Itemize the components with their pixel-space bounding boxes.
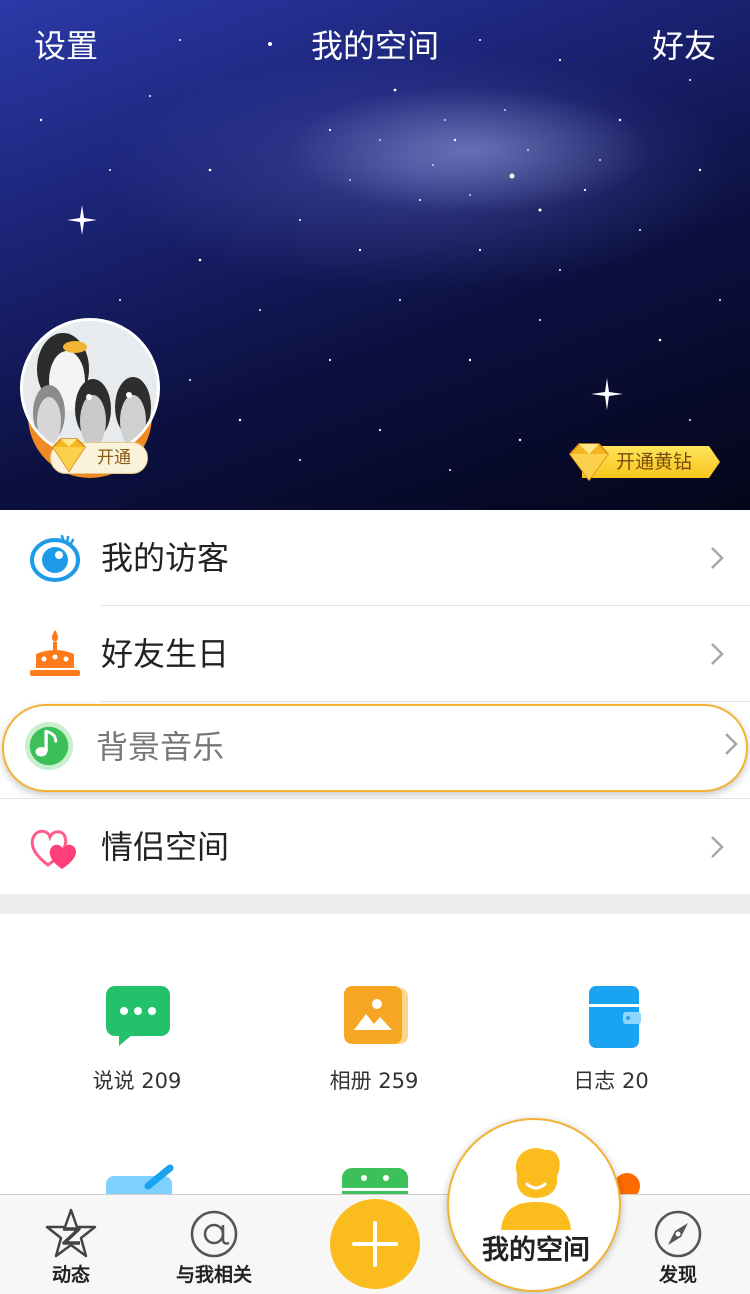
content-grid: 说说 209 相册 259 日志 20 <box>0 914 750 1194</box>
tab-my-space[interactable]: 我的空间 <box>447 1118 621 1292</box>
grid-item-label: 说说 209 <box>92 1069 182 1093</box>
yellow-diamond-label: 开通黄钻 <box>616 451 693 473</box>
vip-open-badge[interactable]: 开通 <box>50 438 148 474</box>
tab-label: 发现 <box>658 1264 697 1286</box>
grid-item-label: 日志 20 <box>573 1069 649 1093</box>
chevron-right-icon <box>711 836 724 858</box>
tab-label: 我的空间 <box>482 1235 590 1266</box>
tab-label: 与我相关 <box>175 1264 252 1286</box>
profile-avatar-group[interactable]: 开通 <box>20 318 160 482</box>
menu-item-couple-space[interactable]: 情侣空间 <box>0 798 750 894</box>
menu-item-label: 背景音乐 <box>96 728 225 766</box>
menu-item-label: 我的访客 <box>101 539 230 577</box>
birthday-cake-icon <box>30 630 80 676</box>
app-icon[interactable] <box>342 1168 408 1194</box>
tab-label: 动态 <box>51 1264 90 1286</box>
vip-badge-label: 开通 <box>97 448 131 468</box>
person-icon <box>501 1148 571 1230</box>
cover-banner: 设置 我的空间 好友 开通 开通黄钻 <box>0 0 750 510</box>
photo-album-icon <box>344 986 408 1044</box>
diary-icon <box>589 986 641 1048</box>
eye-icon <box>30 534 80 582</box>
profile-menu-list: 我的访客 好友生日 背景音乐 情侣空间 <box>0 510 750 894</box>
grid-item-shuoshuo[interactable]: 说说 209 <box>12 914 262 1093</box>
grid-item-album[interactable]: 相册 259 <box>249 914 499 1093</box>
grid-item-label: 相册 259 <box>329 1069 419 1093</box>
menu-item-friends-birthday[interactable]: 好友生日 <box>0 606 750 702</box>
grid-item-diary[interactable]: 日志 20 <box>486 914 736 1093</box>
hearts-icon <box>30 829 76 869</box>
chat-bubble-icon <box>106 986 170 1046</box>
diamond-icon <box>52 438 86 473</box>
menu-item-background-music[interactable]: 背景音乐 <box>0 702 750 798</box>
chevron-right-icon <box>725 733 738 755</box>
top-navigation-bar: 设置 我的空间 好友 <box>0 0 750 92</box>
chevron-right-icon <box>711 643 724 665</box>
tab-discover[interactable]: 发现 <box>618 1195 738 1294</box>
diamond-icon <box>569 443 609 482</box>
section-separator <box>0 894 750 914</box>
open-yellow-diamond-button[interactable]: 开通黄钻 <box>566 443 720 482</box>
tab-related-to-me[interactable]: 与我相关 <box>154 1195 274 1294</box>
star-z-icon <box>45 1208 97 1258</box>
chevron-right-icon <box>711 547 724 569</box>
at-icon <box>190 1210 238 1258</box>
friends-button[interactable]: 好友 <box>652 24 716 68</box>
music-note-icon <box>24 721 74 771</box>
settings-button[interactable]: 设置 <box>34 24 98 68</box>
menu-item-label: 情侣空间 <box>101 828 230 866</box>
compass-icon <box>654 1210 702 1258</box>
pen-icon[interactable] <box>104 1164 176 1194</box>
page-title: 我的空间 <box>310 27 439 65</box>
tab-feed[interactable]: 动态 <box>11 1195 131 1294</box>
penguin-avatar-image <box>23 321 157 455</box>
plus-button[interactable] <box>330 1199 420 1289</box>
menu-item-visitors[interactable]: 我的访客 <box>0 510 750 606</box>
menu-item-label: 好友生日 <box>101 635 230 673</box>
